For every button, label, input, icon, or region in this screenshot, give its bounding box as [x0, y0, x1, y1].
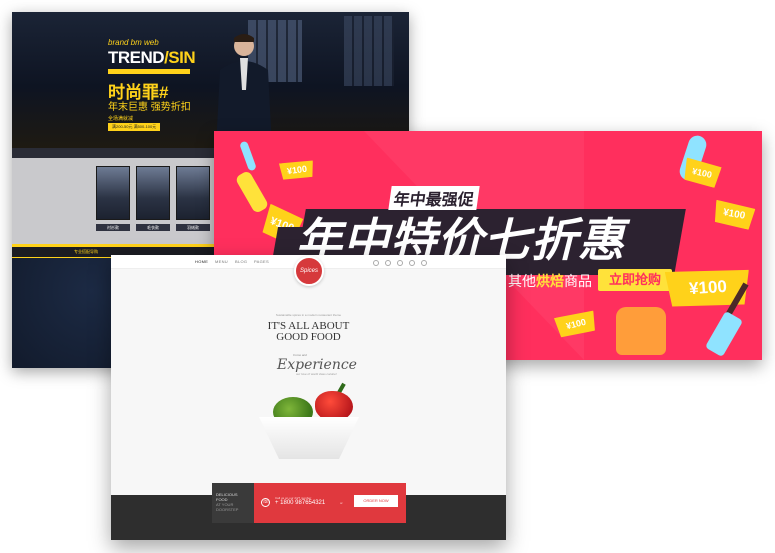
line2-suffix: 商品 [564, 273, 592, 289]
nav-menu[interactable]: MENU [215, 259, 228, 264]
brand-suffix: /SIN [164, 48, 196, 67]
social-icon[interactable] [421, 260, 427, 266]
food-website[interactable]: HOME MENU BLOG PAGES Spices Sustainable … [111, 255, 506, 540]
brand-name: TREND [108, 48, 165, 67]
nav-blog[interactable]: BLOG [235, 259, 247, 264]
hero-title-line2: GOOD FOOD [276, 331, 341, 343]
oven-mitt-icon [616, 307, 666, 355]
nav-pages[interactable]: PAGES [254, 259, 269, 264]
pastry-brush-icon [704, 310, 744, 358]
social-icon[interactable] [373, 260, 379, 266]
bowl-image [259, 417, 359, 459]
coupon-tag: ¥100 [712, 200, 756, 231]
product-label: 羽绒款 [176, 224, 210, 231]
sale-line2: 其他烘焙商品 [508, 271, 592, 291]
delivery-line1: DELICIOUS [216, 492, 238, 497]
order-now-button[interactable]: ORDER NOW [354, 495, 398, 507]
script-heading: Experience [277, 357, 357, 373]
coupon-tag: ¥100 [682, 158, 722, 189]
hero-eyebrow: Sustainable spices in a modern restauran… [275, 313, 342, 317]
brand-underline [108, 69, 190, 74]
discount-pill: 满200-50元 满500-100元 [108, 123, 161, 131]
phone-icon: ☏ [261, 498, 270, 507]
buy-now-button[interactable]: 立即抢购 [598, 269, 672, 291]
brand-logo: TREND/SIN [108, 48, 196, 68]
window-decoration [344, 16, 394, 86]
spatula-handle-icon [239, 140, 257, 172]
or-text: or [340, 501, 343, 505]
social-icon[interactable] [397, 260, 403, 266]
social-icon[interactable] [385, 260, 391, 266]
delivery-line4: DOORSTEP [216, 507, 239, 512]
brand-tagline: brand bm web [108, 38, 159, 47]
line2-prefix: 其他 [508, 273, 536, 289]
product-thumbnail[interactable] [136, 166, 170, 220]
nav-home[interactable]: HOME [195, 259, 208, 264]
showcase-stage: brand bm web TREND/SIN 时尚罪# 年末巨惠 强势折扣 全场… [0, 0, 775, 553]
coupon-tag: ¥100 [279, 159, 315, 182]
hero-title: IT'S ALL ABOUT GOOD FOOD [111, 321, 506, 343]
script-caption: our love of world class cuisine! [296, 372, 337, 376]
phone-number[interactable]: + 1800 987654321 [275, 500, 325, 506]
spices-logo[interactable]: Spices [294, 256, 324, 286]
yellow-bar-text: 专业搭配导购 [74, 249, 98, 254]
social-icon[interactable] [409, 260, 415, 266]
product-thumbnail[interactable] [176, 166, 210, 220]
fashion-small-text: 全场满就减 [108, 116, 134, 122]
line2-highlight: 烘焙 [536, 273, 564, 289]
product-label: 毛衣款 [136, 224, 170, 231]
fashion-subtitle: 年末巨惠 强势折扣 [108, 102, 191, 113]
delivery-box: DELICIOUS FOOD AT YOUR DOORSTEP [212, 483, 254, 523]
spatula-icon [234, 169, 270, 215]
product-label: 衬衫款 [96, 224, 130, 231]
product-thumbnail[interactable] [96, 166, 130, 220]
red-pepper-image [315, 391, 353, 421]
